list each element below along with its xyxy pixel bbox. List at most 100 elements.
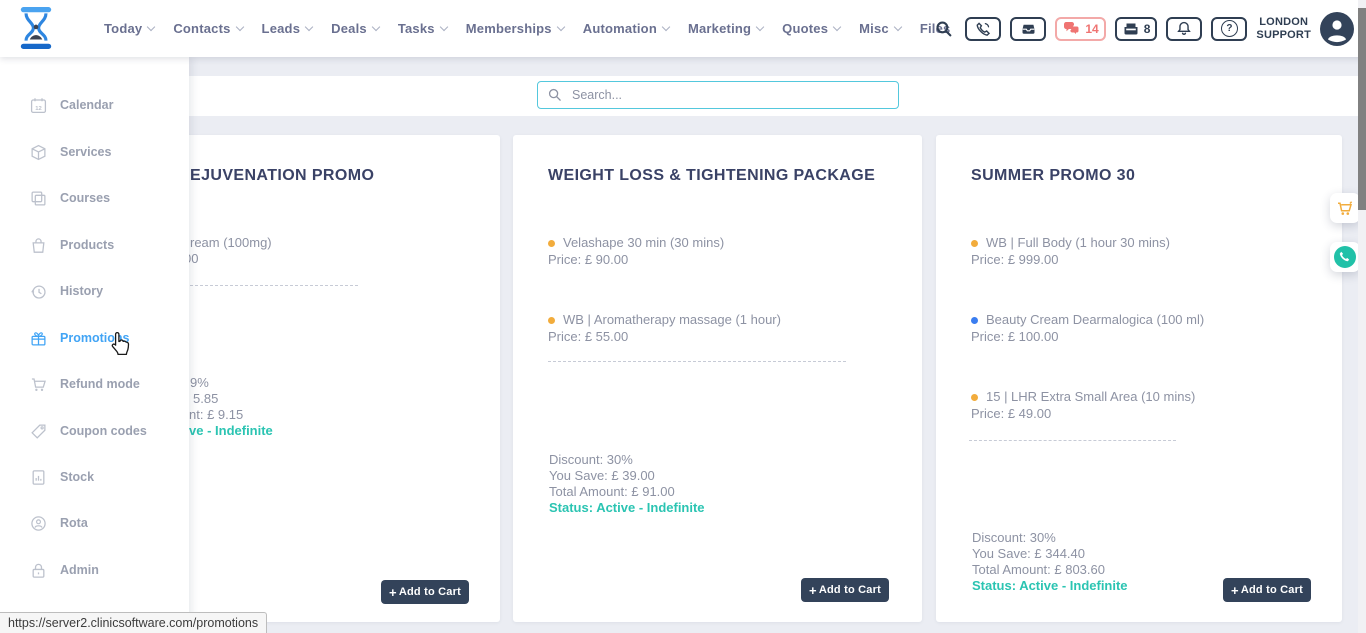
account-name: LONDON SUPPORT [1256, 16, 1311, 42]
calendar-icon: 12 [30, 97, 47, 114]
bullet-icon [971, 317, 978, 324]
nav-item-quotes[interactable]: Quotes [782, 21, 840, 36]
promo-item-name: ream (100mg) [190, 235, 272, 250]
help-button[interactable]: ? [1211, 17, 1247, 41]
divider [548, 361, 846, 362]
sidebar-item-refund-mode[interactable]: Refund mode [0, 368, 189, 400]
chat-count-badge: 14 [1085, 22, 1098, 36]
promo-item-price: Price: £ 100.00 [971, 329, 1058, 344]
chevron-down-icon [147, 23, 155, 31]
promo-item-price: Price: £ 49.00 [971, 406, 1051, 421]
rota-person-icon [30, 515, 47, 532]
stock-report-icon [30, 469, 47, 486]
layers-icon [30, 190, 47, 207]
scrollbar-track[interactable] [1358, 0, 1366, 633]
bullet-icon [548, 317, 555, 324]
promo-status: Status: Active - Indefinite [549, 500, 705, 515]
promo-card-summer: SUMMER PROMO 30 WB | Full Body (1 hour 3… [936, 135, 1342, 622]
promo-you-save: You Save: £ 344.40 [972, 546, 1085, 561]
cart-icon [30, 376, 47, 393]
question-mark-icon: ? [1221, 20, 1238, 37]
promo-total: nt: £ 9.15 [189, 407, 243, 422]
plus-icon: + [389, 585, 397, 600]
pos-button[interactable]: 8 [1115, 17, 1158, 41]
add-to-cart-button[interactable]: +Add to Cart [381, 580, 469, 604]
top-navigation-bar: Today Contacts Leads Deals Tasks Members… [0, 0, 1366, 57]
promo-total: Total Amount: £ 91.00 [549, 484, 675, 499]
promo-discount: 9% [190, 375, 209, 390]
floating-cart-button[interactable] [1330, 193, 1360, 223]
sidebar-item-stock[interactable]: Stock [0, 461, 189, 493]
search-icon[interactable] [935, 20, 953, 38]
sidebar-item-services[interactable]: Services [0, 136, 189, 168]
promo-title: WEIGHT LOSS & TIGHTENING PACKAGE [548, 167, 875, 185]
chevron-down-icon [557, 23, 565, 31]
nav-item-deals[interactable]: Deals [331, 21, 379, 36]
search-icon [548, 88, 562, 102]
clinicsoftware-logo[interactable] [18, 6, 54, 55]
notifications-button[interactable] [1166, 17, 1202, 41]
sidebar-menu: 12 Calendar Services Courses Products Hi… [0, 57, 189, 633]
topbar-actions: 14 8 ? LONDON SUPPORT [935, 0, 1354, 57]
nav-item-leads[interactable]: Leads [262, 21, 313, 36]
promo-status: Status: Active - Indefinite [972, 578, 1128, 593]
promo-discount: Discount: 30% [972, 530, 1056, 545]
promo-item-price: Price: £ 90.00 [548, 252, 628, 267]
chevron-down-icon [439, 23, 447, 31]
sidebar-item-history[interactable]: History [0, 275, 189, 307]
chevron-down-icon [894, 23, 902, 31]
svg-text:12: 12 [35, 105, 42, 111]
sidebar-item-calendar[interactable]: 12 Calendar [0, 89, 189, 121]
search-input[interactable] [570, 87, 874, 103]
promo-item: WB | Aromatherapy massage (1 hour) [548, 312, 781, 327]
phone-icon [975, 21, 991, 37]
promo-discount: Discount: 30% [549, 452, 633, 467]
sidebar-item-courses[interactable]: Courses [0, 182, 189, 214]
promo-title: SUMMER PROMO 30 [971, 167, 1135, 185]
sidebar-item-rota[interactable]: Rota [0, 507, 189, 539]
floating-whatsapp-button[interactable] [1330, 242, 1360, 272]
lock-icon [30, 562, 47, 579]
chevron-down-icon [372, 23, 380, 31]
nav-item-marketing[interactable]: Marketing [688, 21, 763, 36]
nav-item-today[interactable]: Today [104, 21, 154, 36]
whatsapp-phone-icon [1334, 246, 1356, 268]
promo-item: WB | Full Body (1 hour 30 mins) [971, 235, 1170, 250]
plus-icon: + [809, 583, 817, 598]
sidebar-item-coupon-codes[interactable]: Coupon codes [0, 415, 189, 447]
bullet-icon [971, 394, 978, 401]
add-to-cart-button[interactable]: +Add to Cart [1223, 578, 1311, 602]
gift-icon [30, 330, 47, 347]
avatar[interactable] [1320, 12, 1354, 46]
history-clock-icon [30, 283, 47, 300]
inbox-button[interactable] [1010, 17, 1046, 41]
phone-button[interactable] [965, 17, 1001, 41]
nav-item-automation[interactable]: Automation [583, 21, 669, 36]
search-bar [537, 81, 899, 109]
inbox-icon [1020, 21, 1037, 37]
nav-item-tasks[interactable]: Tasks [398, 21, 447, 36]
promo-card-weight-loss: WEIGHT LOSS & TIGHTENING PACKAGE Velasha… [513, 135, 922, 622]
hourglass-logo-icon [18, 6, 54, 50]
chevron-down-icon [756, 23, 764, 31]
plus-icon: + [1231, 583, 1239, 598]
sidebar-item-admin[interactable]: Admin [0, 554, 189, 586]
nav-item-memberships[interactable]: Memberships [466, 21, 564, 36]
bell-icon [1176, 20, 1192, 37]
divider [969, 440, 1176, 441]
promo-item: 15 | LHR Extra Small Area (10 mins) [971, 389, 1195, 404]
promo-you-save: 5.85 [193, 391, 218, 406]
chevron-down-icon [662, 23, 670, 31]
shopping-bag-icon [30, 237, 47, 254]
nav-item-misc[interactable]: Misc [859, 21, 901, 36]
cart-icon [1336, 200, 1354, 217]
promo-item-price: Price: £ 999.00 [971, 252, 1058, 267]
nav-item-contacts[interactable]: Contacts [173, 21, 242, 36]
scrollbar-thumb[interactable] [1358, 8, 1366, 210]
sidebar-item-products[interactable]: Products [0, 229, 189, 261]
promo-status: ve - Indefinite [189, 423, 273, 438]
pos-terminal-icon [1122, 21, 1140, 37]
add-to-cart-button[interactable]: +Add to Cart [801, 578, 889, 602]
sidebar-item-promotions[interactable]: Promotions [0, 322, 189, 354]
chat-button[interactable]: 14 [1055, 17, 1105, 41]
